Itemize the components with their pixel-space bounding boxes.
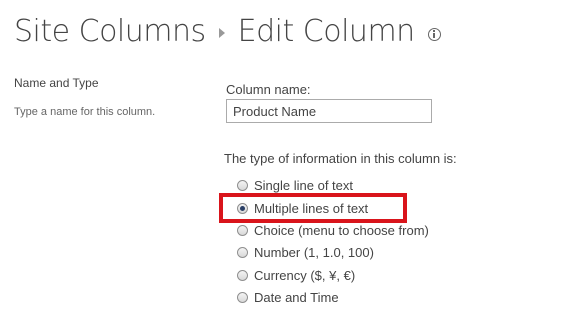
radio-option-label: Number (1, 1.0, 100) (254, 244, 374, 260)
radio-button[interactable] (237, 246, 248, 258)
section-description: Type a name for this column. (14, 106, 156, 118)
info-icon[interactable] (427, 27, 441, 41)
section-title: Name and Type (14, 76, 99, 90)
page-header: Site Columns Edit Column (14, 6, 441, 56)
breadcrumb-separator-icon (218, 28, 225, 38)
radio-option-label: Choice (menu to choose from) (254, 222, 429, 238)
radio-button[interactable] (237, 224, 248, 236)
page-title: Edit Column (237, 13, 416, 49)
highlight-annotation-box (219, 193, 407, 223)
radio-option-single-line[interactable]: Single line of text (237, 176, 353, 194)
radio-option-date-time[interactable]: Date and Time (237, 288, 339, 306)
radio-option-label: Currency ($, ¥, €) (254, 267, 356, 283)
radio-button[interactable] (237, 179, 248, 191)
radio-button[interactable] (237, 291, 248, 303)
radio-option-currency[interactable]: Currency ($, ¥, €) (237, 266, 355, 284)
radio-option-label: Date and Time (254, 289, 339, 305)
breadcrumb-site-columns[interactable]: Site Columns (14, 14, 206, 49)
column-name-label: Column name: (226, 82, 311, 97)
column-name-input[interactable] (226, 99, 432, 123)
radio-option-label: Single line of text (254, 177, 354, 193)
radio-button[interactable] (237, 269, 248, 281)
column-type-label: The type of information in this column i… (224, 151, 457, 166)
radio-option-number[interactable]: Number (1, 1.0, 100) (237, 243, 374, 261)
radio-option-choice[interactable]: Choice (menu to choose from) (237, 221, 429, 239)
